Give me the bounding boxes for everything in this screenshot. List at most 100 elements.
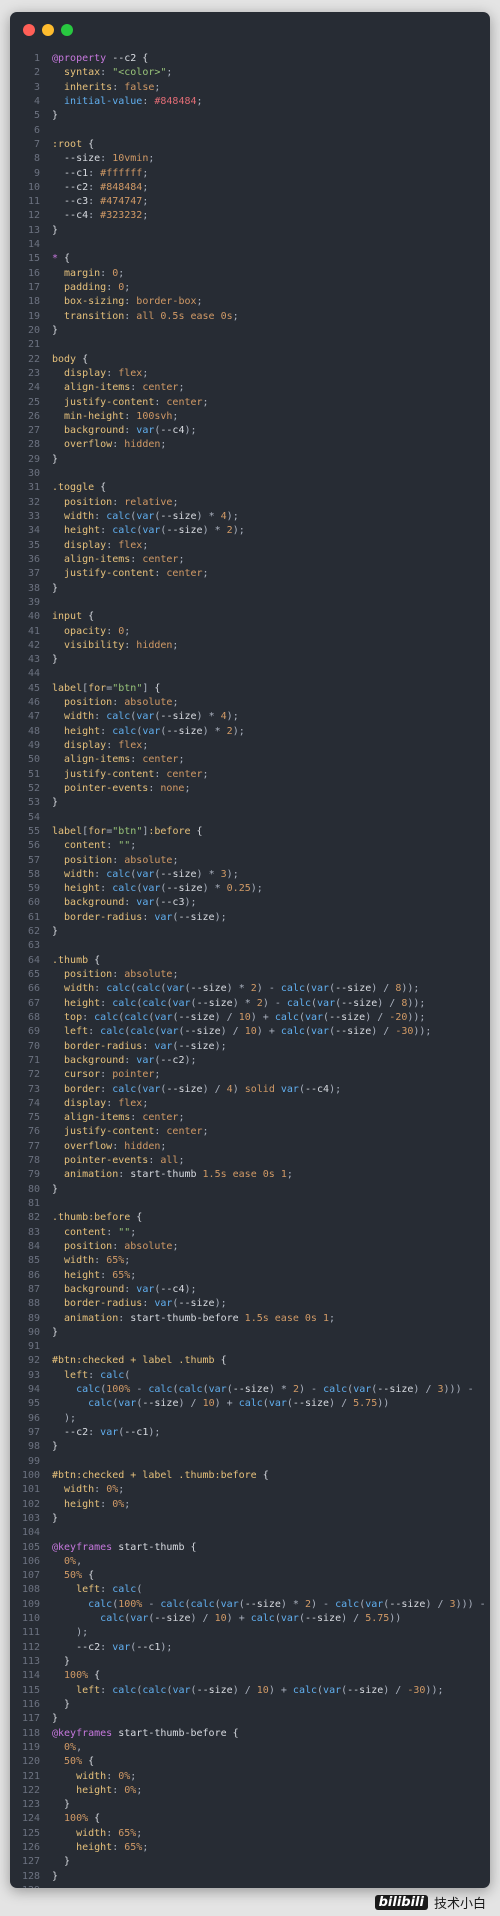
code-line: 115 left: calc(calc(var(--size) / 10) + … (10, 1684, 490, 1698)
code-token: background (52, 897, 125, 909)
code-token: --size (184, 1026, 221, 1038)
code-token: box-sizing (52, 296, 125, 308)
bilibili-logo: bilibili (374, 1895, 428, 1910)
code-token: 0% (124, 1784, 137, 1796)
code-token: display (52, 1097, 107, 1109)
code-line: 113 } (10, 1655, 490, 1669)
line-number: 71 (27, 1054, 40, 1066)
code-token: 100% (118, 1598, 143, 1610)
code-token: : (142, 1298, 155, 1310)
code-line: 34 height: calc(var(--size) * 2); (10, 524, 490, 538)
code-token: padding (52, 282, 107, 293)
code-line: 27 background: var(--c4); (10, 424, 490, 438)
code-token: height (52, 725, 101, 737)
code-token: : (106, 625, 119, 637)
code-line: 10 --c2: #848484; (10, 181, 490, 195)
line-number: 82 (27, 1212, 40, 1224)
code-line: 56 content: ""; (10, 839, 490, 853)
code-line: 102 height: 0%; (10, 1498, 490, 1512)
minimize-window-dot[interactable] (42, 24, 54, 36)
code-token: ; (142, 210, 149, 222)
line-number: 19 (27, 310, 40, 322)
code-token: ; (172, 854, 179, 866)
code-token: : (112, 1842, 125, 1854)
code-token: border (52, 1083, 101, 1095)
code-token: ) * (196, 511, 221, 522)
code-token: calc (136, 983, 161, 995)
code-line: 15 * { (10, 252, 490, 266)
code-line: 125 width: 65%; (10, 1827, 490, 1841)
line-number: 126 (21, 1842, 40, 1854)
close-window-dot[interactable] (23, 24, 35, 36)
code-line: 14 (10, 238, 490, 252)
code-token: 0% (106, 1484, 119, 1496)
code-token: ; (286, 1169, 293, 1181)
code-token: ) / (214, 1011, 239, 1023)
code-line: 127 } (10, 1855, 490, 1869)
maximize-window-dot[interactable] (61, 24, 73, 36)
code-line: 1 @property --c2 { (10, 52, 490, 66)
code-token: calc (323, 1384, 348, 1396)
code-line: 87 background: var(--c4); (10, 1283, 490, 1297)
code-token: ; (142, 167, 149, 179)
line-number: 73 (27, 1083, 40, 1095)
code-line: 64 .thumb { (10, 954, 490, 968)
code-line: 42 visibility: hidden; (10, 639, 490, 653)
code-line: 93 left: calc( (10, 1369, 490, 1383)
code-token: { (58, 253, 71, 265)
line-number: 2 (33, 67, 40, 79)
code-token: .thumb (52, 954, 89, 966)
code-token: : (100, 1498, 113, 1510)
code-token: : (94, 1484, 107, 1496)
line-number: 108 (21, 1584, 40, 1596)
line-number: 70 (27, 1040, 40, 1052)
code-token: : (88, 210, 101, 222)
code-token: 10 (256, 1684, 269, 1696)
line-number: 81 (27, 1198, 40, 1209)
code-token: : (154, 568, 167, 580)
code-token: calc (142, 997, 167, 1009)
line-number: 120 (21, 1756, 40, 1768)
code-token: --c4 (160, 1283, 185, 1295)
code-token: hidden (124, 1140, 161, 1152)
code-token: ) / (371, 1026, 396, 1038)
code-token: ) / (190, 1613, 215, 1625)
code-line: 122 height: 0%; (10, 1784, 490, 1798)
line-number: 21 (27, 339, 40, 351)
watermark-author: 技术小白 (433, 1897, 486, 1912)
line-number: 24 (27, 382, 40, 394)
code-token: : (88, 1026, 101, 1038)
code-token: : (112, 1784, 125, 1796)
code-token: var (154, 1298, 173, 1310)
code-token: absolute (124, 969, 173, 980)
code-token: calc (112, 883, 137, 895)
code-token: position (52, 969, 113, 980)
code-token: ) + (268, 1684, 293, 1696)
code-token: ))) - (455, 1598, 486, 1610)
code-token: ; (118, 1484, 125, 1496)
code-token: 100% (52, 1813, 89, 1825)
code-line: 25 justify-content: center; (10, 396, 490, 410)
code-token: @keyframes (52, 1541, 113, 1553)
code-token: var (323, 1684, 342, 1696)
code-token: : (112, 1240, 125, 1252)
code-token: ) * (268, 1384, 293, 1396)
line-number: 123 (21, 1799, 40, 1811)
code-line: 103} (10, 1512, 490, 1526)
code-token: display (52, 367, 107, 379)
code-token: calc (112, 997, 137, 1009)
code-token: : (100, 1584, 113, 1596)
code-token: ) + (226, 1613, 251, 1625)
code-line: 16 margin: 0; (10, 267, 490, 281)
code-token: ) + (256, 1026, 281, 1038)
code-line: 4 initial-value: #848484; (10, 95, 490, 109)
code-token: } (52, 1870, 59, 1882)
code-token: : (100, 267, 113, 279)
code-line: 84 position: absolute; (10, 1240, 490, 1254)
code-token: var (136, 1283, 155, 1295)
code-token: --size (232, 1384, 269, 1396)
line-number: 63 (27, 940, 40, 952)
code-token: ) * (202, 725, 227, 737)
code-token: )); (407, 997, 426, 1009)
